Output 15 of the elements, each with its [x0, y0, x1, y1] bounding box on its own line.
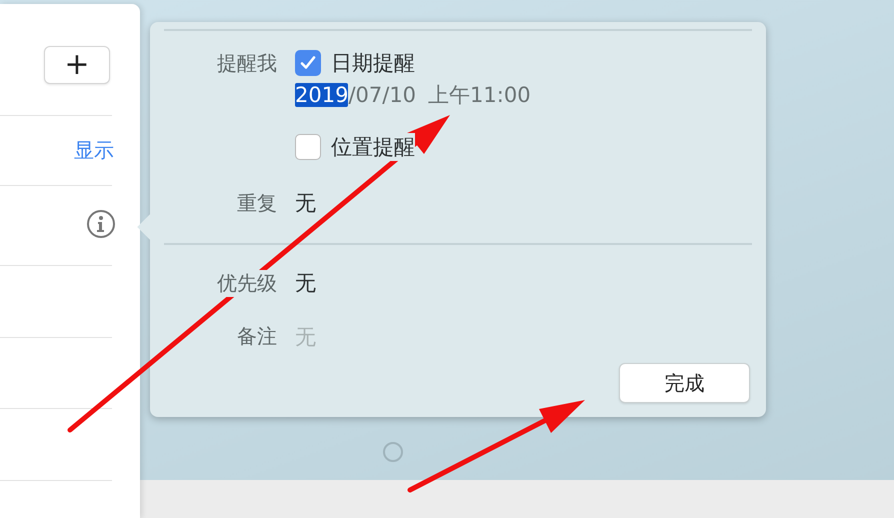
notes-field[interactable]: 无 [295, 324, 355, 348]
show-link[interactable]: 显示 [74, 137, 114, 164]
add-button[interactable]: + [44, 46, 110, 84]
time-field[interactable]: 上午11:00 [428, 81, 531, 109]
checkbox[interactable] [295, 134, 321, 160]
info-icon[interactable] [86, 208, 116, 238]
priority-value[interactable]: 无 [295, 269, 752, 297]
date-field[interactable]: 2019/07/10 [295, 83, 416, 107]
priority-label: 优先级 [217, 270, 277, 296]
done-button[interactable]: 完成 [619, 363, 750, 403]
ring-icon [383, 442, 403, 462]
repeat-value[interactable]: 无 [295, 189, 752, 217]
checkbox[interactable] [295, 50, 321, 76]
check-icon [299, 54, 317, 72]
checkbox-label: 位置提醒 [331, 133, 415, 161]
